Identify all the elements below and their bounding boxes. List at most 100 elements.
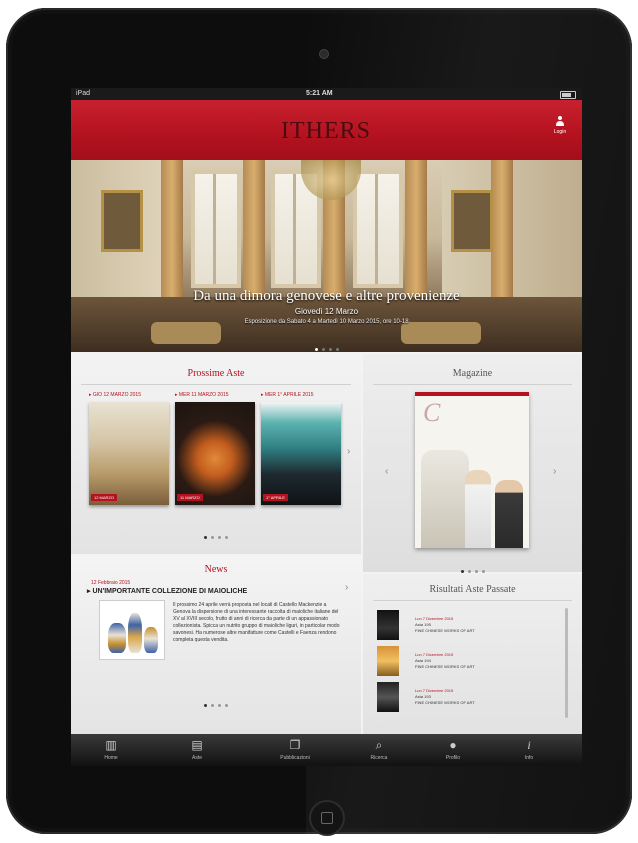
auction-catalog[interactable]: 12 MARZO [89, 402, 169, 505]
pager-dot[interactable] [225, 704, 228, 707]
brand-logo: ITHERS [281, 118, 371, 144]
pager-dot[interactable] [204, 704, 207, 707]
pager-dot[interactable] [328, 348, 332, 351]
divider [373, 384, 572, 385]
hero-pager[interactable] [71, 338, 582, 352]
news-panel: News 12 Febbraio 2015 ▸ UN'IMPORTANTE CO… [71, 556, 361, 734]
tab-label: Ricerca [370, 755, 388, 761]
pager-dot[interactable] [481, 570, 485, 573]
result-title: FINE CHINESE WORKS OF ART [415, 700, 475, 705]
auction-catalog[interactable]: 1° APRILE [261, 402, 341, 505]
upcoming-pager[interactable] [71, 526, 361, 544]
tab-bar: ▥ Home ▤ Aste ❐ Pubblicazioni ⌕ Ricerca … [71, 734, 582, 766]
search-icon: ⌕ [375, 738, 383, 752]
magazine-panel: Magazine ‹ C › [363, 354, 582, 573]
hero-title: Da una dimora genovese e altre provenien… [193, 288, 460, 304]
auction-date-label[interactable]: ▸ MER 1° APRILE 2015 [261, 392, 314, 398]
status-bar: iPad 5:21 AM [71, 88, 582, 100]
past-results-title: Risultati Aste Passate [429, 584, 516, 595]
result-id: Asta 193 [415, 694, 431, 699]
result-date: Lun 7 Dicembre 2015 [415, 616, 454, 621]
result-title: FINE CHINESE WORKS OF ART [415, 628, 475, 633]
calendar-icon: ▤ [191, 738, 203, 752]
chevron-right-icon[interactable]: › [345, 582, 348, 593]
pager-dot[interactable] [218, 704, 221, 707]
hero-window [353, 170, 403, 288]
tab-home[interactable]: ▥ Home [81, 736, 141, 761]
hero-caption: Da una dimora genovese e altre provenien… [71, 288, 582, 325]
battery-icon [560, 91, 576, 99]
result-row[interactable]: Lun 7 Dicembre 2015 Asta 193 FINE CHINES… [377, 682, 567, 712]
pager-dot[interactable] [204, 536, 207, 539]
home-button[interactable] [309, 800, 345, 836]
chevron-right-icon[interactable]: › [347, 446, 350, 457]
upcoming-auctions-title: Prossime Aste [187, 368, 245, 379]
building-icon: ▥ [105, 738, 117, 752]
pager-dot[interactable] [460, 570, 464, 573]
catalog-badge: 11 MARZO [177, 494, 203, 501]
divider [81, 384, 351, 385]
cover-figure [465, 470, 491, 548]
login-button[interactable]: Login [550, 116, 570, 135]
vase-illustration [128, 613, 142, 653]
past-results-panel: Risultati Aste Passate Lun 7 Dicembre 20… [363, 574, 582, 734]
result-id: Asta 194 [415, 658, 431, 663]
tab-label: Aste [191, 755, 202, 761]
carrier-label: iPad [76, 90, 91, 97]
result-title: FINE CHINESE WORKS OF ART [415, 664, 475, 669]
result-date: Lun 7 Dicembre 2015 [415, 688, 454, 693]
auction-date-label[interactable]: ▸ MER 11 MARZO 2015 [175, 392, 229, 398]
home-square-icon [321, 812, 333, 824]
tab-profilo[interactable]: ● Profilo [423, 736, 483, 761]
pager-dot[interactable] [225, 536, 228, 539]
app-header: ITHERS Login [71, 100, 582, 160]
hero-info: Esposizione da Sabato 4 a Martedì 10 Mar… [244, 319, 409, 325]
chevron-left-icon[interactable]: ‹ [385, 466, 388, 477]
hero-painting [451, 190, 493, 252]
chevron-right-icon[interactable]: › [553, 466, 556, 477]
tab-label: Info [524, 755, 534, 761]
tab-ricerca[interactable]: ⌕ Ricerca [349, 736, 409, 761]
tab-label: Pubblicazioni [280, 755, 310, 761]
result-thumbnail [377, 646, 399, 676]
cover-monogram: C [423, 398, 441, 427]
pager-dot[interactable] [218, 536, 221, 539]
news-headline[interactable]: ▸ UN'IMPORTANTE COLLEZIONE DI MAIOLICHE [87, 587, 247, 595]
pager-dot[interactable] [321, 348, 325, 351]
news-pager[interactable] [71, 694, 361, 712]
news-body: Il prossimo 24 aprile verrà proposta nel… [173, 602, 340, 643]
result-thumbnail [377, 610, 399, 640]
person-icon: ● [449, 738, 457, 752]
tab-pubblicazioni[interactable]: ❐ Pubblicazioni [265, 736, 325, 761]
pager-dot[interactable] [314, 348, 318, 351]
news-title: News [204, 564, 228, 575]
pager-dot[interactable] [211, 536, 214, 539]
hero-date: Giovedì 12 Marzo [294, 307, 359, 316]
tab-label: Profilo [445, 755, 461, 761]
info-icon: i [527, 738, 531, 752]
cover-figure [495, 480, 523, 548]
app-screen: iPad 5:21 AM ITHERS Login Da una dimora … [71, 88, 582, 766]
magazine-cover[interactable]: C [415, 392, 529, 548]
tab-aste[interactable]: ▤ Aste [167, 736, 227, 761]
hero-banner[interactable]: Da una dimora genovese e altre provenien… [71, 160, 582, 352]
pager-dot[interactable] [474, 570, 478, 573]
vase-illustration [144, 627, 158, 653]
news-date: 12 Febbraio 2015 [91, 580, 131, 586]
clock: 5:21 AM [306, 90, 333, 97]
result-id: Asta 195 [415, 622, 431, 627]
divider [373, 600, 572, 601]
catalog-badge: 1° APRILE [263, 494, 288, 501]
news-image[interactable] [99, 600, 165, 660]
pager-dot[interactable] [211, 704, 214, 707]
results-scrollbar[interactable] [565, 608, 568, 718]
auction-catalog[interactable]: 11 MARZO [175, 402, 255, 505]
pager-dot[interactable] [335, 348, 339, 351]
auction-date-label[interactable]: ▸ GIO 12 MARZO 2015 [89, 392, 141, 398]
result-row[interactable]: Lun 7 Dicembre 2015 Asta 195 FINE CHINES… [377, 610, 567, 640]
tab-info[interactable]: i Info [499, 736, 559, 761]
result-row[interactable]: Lun 7 Dicembre 2015 Asta 194 FINE CHINES… [377, 646, 567, 676]
hero-window [191, 170, 241, 288]
tab-label: Home [104, 755, 118, 761]
pager-dot[interactable] [467, 570, 471, 573]
